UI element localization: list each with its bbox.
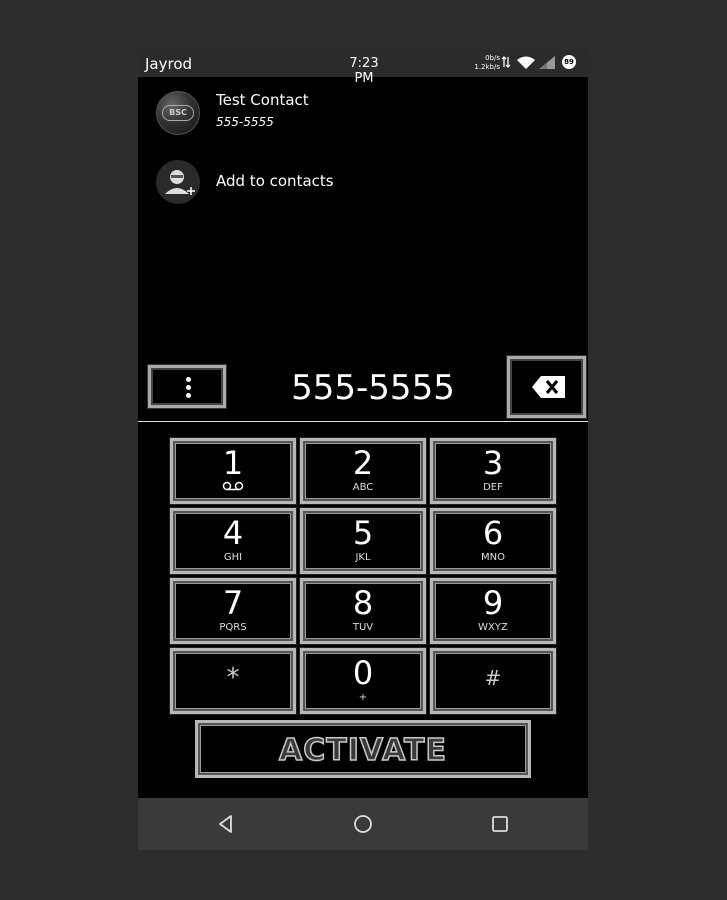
key-letters: PQRS — [219, 622, 247, 633]
key-letters: TUV — [352, 622, 374, 633]
key-digit: 8 — [352, 584, 374, 622]
network-up-speed: 0b/s — [485, 54, 500, 62]
network-speed: 0b/s 1.2kb/s — [473, 54, 500, 72]
key-digit: 0 — [352, 654, 374, 692]
key-5[interactable]: 5 JKL — [300, 508, 426, 574]
activate-button[interactable]: ACTIVATE — [195, 720, 531, 778]
key-letters: MNO — [481, 552, 505, 563]
menu-dot — [186, 385, 191, 390]
status-bar: Jayrod 7:23 PM 0b/s 1.2kb/s 89 — [138, 50, 588, 86]
recents-icon[interactable] — [488, 812, 512, 836]
key-letters: + — [358, 692, 368, 703]
key-letters: DEF — [483, 482, 503, 493]
network-down-speed: 1.2kb/s — [474, 63, 500, 71]
contact-list-item[interactable]: BSC Test Contact 555-5555 — [138, 82, 588, 142]
key-9[interactable]: 9 WXYZ — [430, 578, 556, 644]
key-2[interactable]: 2 ABC — [300, 438, 426, 504]
add-to-contacts-item[interactable]: Add to contacts — [138, 154, 588, 214]
avatar-logo-text: BSC — [162, 105, 194, 121]
contact-avatar: BSC — [156, 91, 200, 135]
key-letters: JKL — [355, 552, 371, 563]
signal-icon — [539, 56, 555, 69]
key-letters: GHI — [223, 552, 243, 563]
key-digit: 5 — [352, 514, 374, 552]
contact-number: 555-5555 — [216, 115, 274, 129]
key-8[interactable]: 8 TUV — [300, 578, 426, 644]
key-digit: 6 — [482, 514, 504, 552]
key-star[interactable]: * — [170, 648, 296, 714]
carrier-name: Jayrod — [145, 55, 193, 73]
menu-dot — [186, 393, 191, 398]
key-letters: ABC — [352, 482, 374, 493]
activate-label: ACTIVATE — [278, 732, 447, 769]
dialed-number[interactable]: 555-5555 — [238, 368, 508, 408]
key-0[interactable]: 0 + — [300, 648, 426, 714]
key-digit: # — [484, 666, 502, 690]
backspace-icon — [532, 376, 565, 398]
add-contact-icon — [156, 160, 200, 204]
key-4[interactable]: 4 GHI — [170, 508, 296, 574]
key-6[interactable]: 6 MNO — [430, 508, 556, 574]
key-digit: 9 — [482, 584, 504, 622]
key-letters: WXYZ — [478, 622, 508, 633]
divider — [138, 421, 588, 422]
key-digit: 4 — [222, 514, 244, 552]
wifi-icon — [517, 56, 535, 69]
key-3[interactable]: 3 DEF — [430, 438, 556, 504]
key-digit: 7 — [222, 584, 244, 622]
overflow-menu-button[interactable] — [148, 365, 226, 408]
key-pound[interactable]: # — [430, 648, 556, 714]
phone-screen: Jayrod 7:23 PM 0b/s 1.2kb/s 89 BSC Test … — [138, 50, 588, 850]
menu-dot — [186, 377, 191, 382]
voicemail-icon — [222, 481, 244, 491]
key-1[interactable]: 1 — [170, 438, 296, 504]
add-to-contacts-label: Add to contacts — [216, 172, 334, 190]
key-digit: * — [226, 663, 240, 693]
key-digit: 1 — [222, 444, 244, 482]
back-icon[interactable] — [214, 812, 238, 836]
home-icon[interactable] — [351, 812, 375, 836]
key-digit: 3 — [482, 444, 504, 482]
data-arrows-icon — [501, 56, 511, 68]
contact-name: Test Contact — [216, 91, 309, 109]
navigation-bar — [138, 798, 588, 850]
backspace-button[interactable] — [507, 356, 586, 418]
battery-icon: 89 — [562, 55, 576, 69]
key-digit: 2 — [352, 444, 374, 482]
key-7[interactable]: 7 PQRS — [170, 578, 296, 644]
